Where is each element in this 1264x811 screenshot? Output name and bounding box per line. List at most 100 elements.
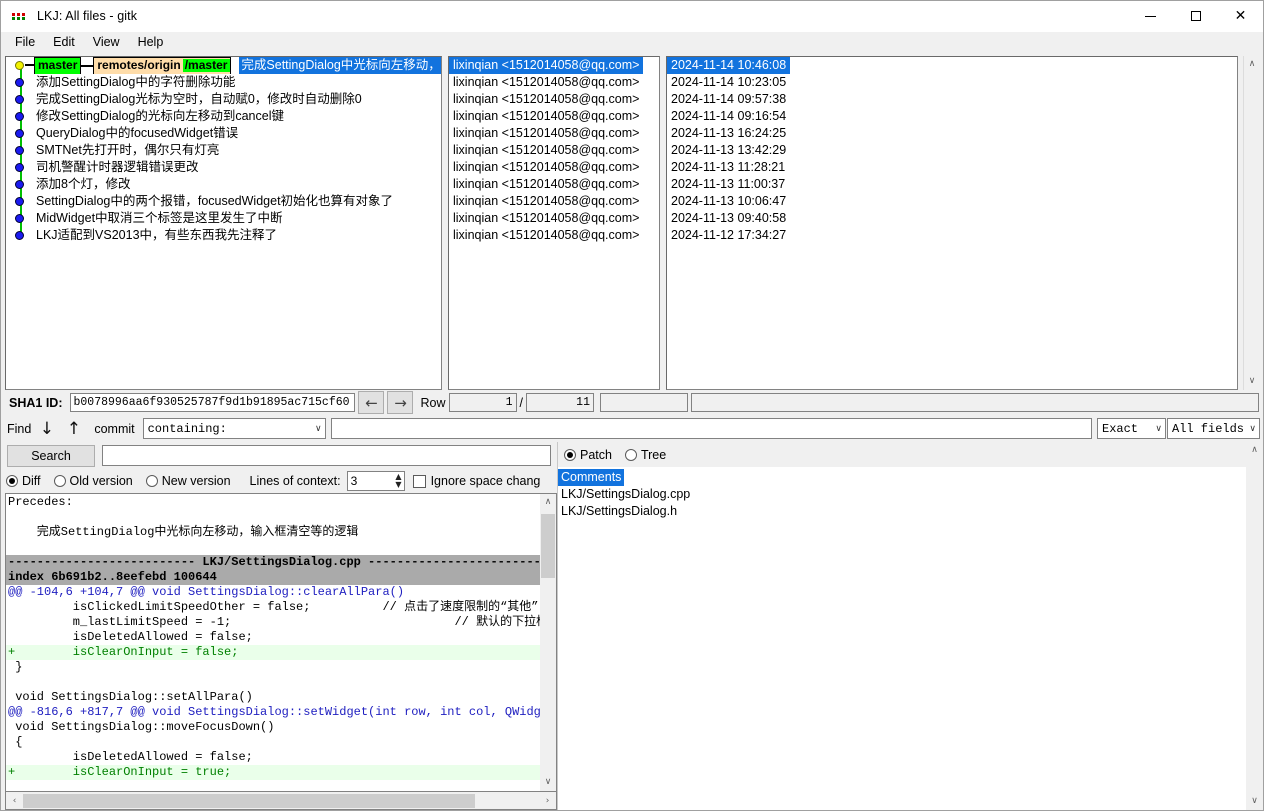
ref-label-local[interactable]: master xyxy=(34,57,82,74)
table-row[interactable]: master remotes/origin/master 完成SettingDial… xyxy=(6,57,441,74)
commit-author[interactable]: lixinqian <1512014058@qq.com> xyxy=(449,74,659,91)
close-button[interactable]: ✕ xyxy=(1218,1,1263,32)
table-row[interactable]: 添加SettingDialog中的字符删除功能 xyxy=(6,74,441,91)
scroll-up-icon[interactable]: ∧ xyxy=(1249,56,1256,73)
commit-date[interactable]: 2024-11-13 10:06:47 xyxy=(667,193,1237,210)
row-extra-field[interactable] xyxy=(599,393,688,412)
search-input[interactable] xyxy=(102,445,551,466)
commit-date[interactable]: 2024-11-13 16:24:25 xyxy=(667,125,1237,142)
scroll-left-icon[interactable]: ‹ xyxy=(6,796,23,806)
menu-view[interactable]: View xyxy=(84,33,129,51)
commit-author[interactable]: lixinqian <1512014058@qq.com> xyxy=(449,159,659,176)
radio-new-version[interactable]: New version xyxy=(145,474,231,488)
find-fields-select[interactable]: All fields ∨ xyxy=(1167,418,1260,439)
table-row[interactable]: 修改SettingDialog的光标向左移动到cancel键 xyxy=(6,108,441,125)
radio-old-version[interactable]: Old version xyxy=(53,474,133,488)
commit-author[interactable]: lixinqian <1512014058@qq.com> xyxy=(449,142,659,159)
commit-author[interactable]: lixinqian <1512014058@qq.com> xyxy=(449,193,659,210)
ref-label-remote[interactable]: remotes/origin/master xyxy=(93,57,232,74)
table-row[interactable]: MidWidget中取消三个标签是这里发生了中断 xyxy=(6,210,441,227)
commit-date[interactable]: 2024-11-14 09:57:38 xyxy=(667,91,1237,108)
commit-author[interactable]: lixinqian <1512014058@qq.com> xyxy=(449,210,659,227)
table-row[interactable]: 司机警醒计时器逻辑错误更改 xyxy=(6,159,441,176)
table-row[interactable]: LKJ适配到VS2013中，有些东西我先注释了 xyxy=(6,227,441,244)
commit-author[interactable]: lixinqian <1512014058@qq.com> xyxy=(449,125,659,142)
author-row-wrap: lixinqian <1512014058@qq.com> xyxy=(449,125,659,142)
scroll-up-icon[interactable]: ∧ xyxy=(1251,442,1258,459)
commit-date[interactable]: 2024-11-14 10:23:05 xyxy=(667,74,1237,91)
diff-scroll-thumb[interactable] xyxy=(541,514,555,578)
commit-graph-column[interactable]: master remotes/origin/master 完成SettingDial… xyxy=(5,56,442,390)
radio-tree-indicator xyxy=(624,448,637,461)
commit-author-column[interactable]: lixinqian <1512014058@qq.com> lixinqian <… xyxy=(448,56,660,390)
radio-patch[interactable]: Patch xyxy=(564,448,612,462)
find-next-button[interactable]: ↓ xyxy=(35,417,59,440)
commit-author[interactable]: lixinqian <1512014058@qq.com> xyxy=(449,227,659,244)
table-row[interactable]: SMTNet先打开时，偶尔只有灯亮 xyxy=(6,142,441,159)
find-fields-value: All fields xyxy=(1172,421,1244,436)
table-row[interactable]: 完成SettingDialog光标为空时，自动赋0，修改时自动删除0 xyxy=(6,91,441,108)
scroll-down-icon[interactable]: ∨ xyxy=(545,774,552,791)
commit-author[interactable]: lixinqian <1512014058@qq.com> xyxy=(449,91,659,108)
ref-labels: master remotes/origin/master xyxy=(34,57,232,74)
diff-hscroll-thumb[interactable] xyxy=(23,793,475,808)
commit-message: 完成SettingDialog光标为空时，自动赋0，修改时自动删除0 xyxy=(36,92,362,106)
scroll-up-icon[interactable]: ∧ xyxy=(545,494,552,511)
menu-edit[interactable]: Edit xyxy=(44,33,84,51)
table-row[interactable]: QueryDialog中的focusedWidget错误 xyxy=(6,125,441,142)
find-query-input[interactable] xyxy=(330,418,1092,439)
sha-input[interactable]: b0078996aa6f930525787f9d1b91895ac715cf60 xyxy=(70,393,356,412)
spinner-arrows[interactable]: ▲ ▼ xyxy=(395,473,401,489)
author-row-wrap: lixinqian <1512014058@qq.com> xyxy=(449,159,659,176)
graph-node xyxy=(15,163,24,172)
find-mode-select[interactable]: containing: ∨ xyxy=(142,418,326,439)
maximize-button[interactable] xyxy=(1173,1,1218,32)
row-current-field[interactable]: 1 xyxy=(448,393,517,412)
diff-text-view[interactable]: Precedes: 完成SettingDialog中光标向左移动，输入框清空等的… xyxy=(5,493,540,792)
diff-vertical-scrollbar[interactable]: ∧ ∨ xyxy=(540,493,557,792)
radio-tree-label: Tree xyxy=(640,447,667,462)
table-row[interactable]: SettingDialog中的两个报错，focusedWidget初始化也算有对… xyxy=(6,193,441,210)
radio-tree[interactable]: Tree xyxy=(624,447,667,462)
ignore-space-checkbox[interactable] xyxy=(412,474,426,488)
list-item[interactable]: LKJ/SettingsDialog.cpp xyxy=(558,485,1246,502)
menu-help[interactable]: Help xyxy=(129,33,173,51)
author-row-wrap: lixinqian <1512014058@qq.com> xyxy=(449,193,659,210)
menu-file[interactable]: File xyxy=(6,33,44,51)
find-match-select[interactable]: Exact ∨ xyxy=(1097,418,1166,439)
commit-author[interactable]: lixinqian <1512014058@qq.com> xyxy=(449,176,659,193)
radio-diff[interactable]: Diff xyxy=(6,474,41,488)
scroll-right-icon[interactable]: › xyxy=(539,796,556,806)
table-row[interactable]: 添加8个灯，修改 xyxy=(6,176,441,193)
commit-date[interactable]: 2024-11-13 13:42:29 xyxy=(667,142,1237,159)
list-item[interactable]: Comments xyxy=(558,468,1246,486)
context-spinner[interactable]: 3 ▲ ▼ xyxy=(346,471,405,491)
scroll-down-icon[interactable]: ∨ xyxy=(1249,373,1256,390)
diff-horizontal-scrollbar[interactable]: ‹ › xyxy=(5,792,557,810)
commit-date[interactable]: 2024-11-14 10:46:08 xyxy=(667,57,791,74)
commit-author[interactable]: lixinqian <1512014058@qq.com> xyxy=(449,108,659,125)
commit-date-column[interactable]: 2024-11-14 10:46:08 2024-11-14 10:23:05 20… xyxy=(666,56,1238,390)
commit-list-scrollbar[interactable]: ∧ ∨ xyxy=(1243,56,1260,390)
file-list-scrollbar[interactable]: ∧ ∨ xyxy=(1246,442,1263,810)
commit-date[interactable]: 2024-11-13 11:00:37 xyxy=(667,176,1237,193)
commit-date[interactable]: 2024-11-13 11:28:21 xyxy=(667,159,1237,176)
list-item[interactable]: LKJ/SettingsDialog.h xyxy=(558,502,1246,519)
spinner-down-icon[interactable]: ▼ xyxy=(395,481,401,489)
minimize-button[interactable] xyxy=(1128,1,1173,32)
forward-button[interactable]: → xyxy=(387,391,414,414)
radio-patch-label: Patch xyxy=(580,447,612,462)
window-title: LKJ: All files - gitk xyxy=(37,9,138,23)
commit-date[interactable]: 2024-11-13 09:40:58 xyxy=(667,210,1237,227)
back-button[interactable]: ← xyxy=(358,391,385,414)
search-button[interactable]: Search xyxy=(7,444,95,467)
gitk-window: LKJ: All files - gitk ✕ File Edit View H… xyxy=(0,0,1264,811)
commit-date[interactable]: 2024-11-14 09:16:54 xyxy=(667,108,1237,125)
find-prev-button[interactable]: ↑ xyxy=(62,417,86,440)
find-scope-label: commit xyxy=(94,421,135,436)
file-list[interactable]: Comments LKJ/SettingsDialog.cpp LKJ/Settin… xyxy=(557,467,1246,810)
commit-author[interactable]: lixinqian <1512014058@qq.com> xyxy=(449,57,644,74)
date-row-wrap: 2024-11-14 10:46:08 xyxy=(667,57,1237,74)
scroll-down-icon[interactable]: ∨ xyxy=(1251,793,1258,810)
commit-date[interactable]: 2024-11-12 17:34:27 xyxy=(667,227,1237,244)
